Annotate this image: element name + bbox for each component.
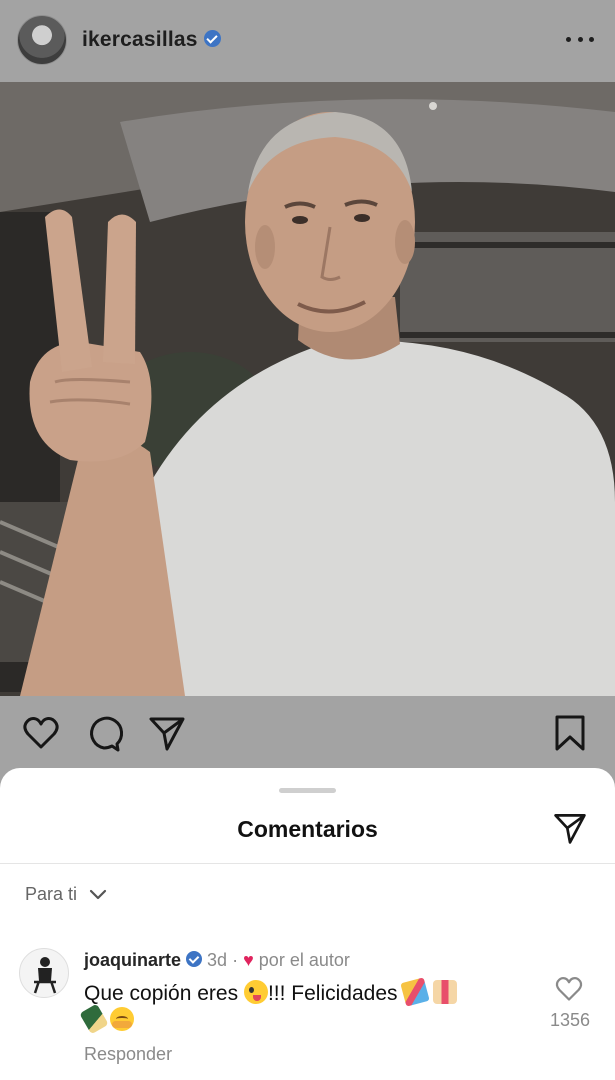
champagne-bottle-emoji-icon	[79, 1003, 109, 1035]
more-options-button[interactable]	[566, 34, 594, 44]
heart-outline-icon	[555, 977, 583, 1001]
more-dot-icon	[566, 36, 571, 42]
bookmark-icon	[555, 715, 585, 751]
chevron-down-icon	[89, 889, 107, 899]
sheet-share-button[interactable]	[552, 810, 588, 846]
sheet-divider	[0, 863, 615, 864]
comment-avatar[interactable]	[19, 948, 69, 998]
verified-badge-icon	[203, 29, 221, 47]
author-liked-heart-icon: ♥	[243, 950, 254, 970]
sheet-title: Comentarios	[237, 816, 378, 842]
heart-outline-icon	[23, 717, 59, 749]
post-photo-illustration	[0, 82, 615, 696]
comment-like-button[interactable]	[554, 974, 584, 1004]
comment-time: 3d	[207, 950, 228, 970]
comment-header: joaquinarte 3d · ♥ por el autor	[84, 950, 350, 971]
comment-separator: ·	[232, 950, 239, 970]
confetti-ribbon-emoji-icon	[433, 980, 458, 1004]
reply-button[interactable]: Responder	[84, 1044, 172, 1065]
post-photo[interactable]	[0, 82, 615, 696]
party-popper-emoji-icon	[400, 977, 431, 1007]
post-username-text[interactable]: ikercasillas	[82, 28, 198, 51]
verified-badge-icon	[186, 951, 203, 968]
post-action-bar	[0, 696, 615, 771]
sort-filter-dropdown[interactable]: Para ti	[25, 884, 107, 905]
save-button[interactable]	[550, 713, 590, 753]
comment-text: Que copión eres !!! Felicidades	[79, 977, 524, 1035]
paper-plane-icon	[554, 814, 586, 844]
hugging-face-emoji-icon	[109, 1007, 134, 1031]
comments-sheet: Comentarios Para ti joaquinarte 3d · ♥ p…	[0, 768, 615, 1080]
comment-like-count: 1356	[549, 1010, 591, 1030]
post-username[interactable]: ikercasillas	[82, 28, 221, 52]
comment-item: joaquinarte 3d · ♥ por el autor Que copi…	[0, 944, 615, 1074]
liked-by-author-label: por el autor	[258, 950, 350, 970]
like-button[interactable]	[21, 713, 61, 753]
comment-username[interactable]: joaquinarte	[84, 950, 181, 970]
zany-face-emoji-icon	[243, 980, 268, 1004]
comment-text-part1: Que copión eres	[84, 982, 239, 1005]
sheet-grabber-handle[interactable]	[279, 788, 336, 793]
post-header: ikercasillas	[0, 0, 615, 82]
share-button[interactable]	[147, 713, 187, 753]
more-dot-icon	[589, 36, 594, 42]
comment-bubble-icon	[90, 716, 124, 752]
profile-avatar[interactable]	[17, 15, 67, 65]
avatar-figure-illustration	[33, 957, 57, 994]
paper-plane-icon	[149, 717, 185, 751]
sort-filter-label: Para ti	[25, 884, 78, 904]
more-dot-icon	[577, 36, 583, 42]
comment-text-part2: !!! Felicidades	[267, 982, 398, 1005]
comment-button[interactable]	[84, 713, 124, 753]
